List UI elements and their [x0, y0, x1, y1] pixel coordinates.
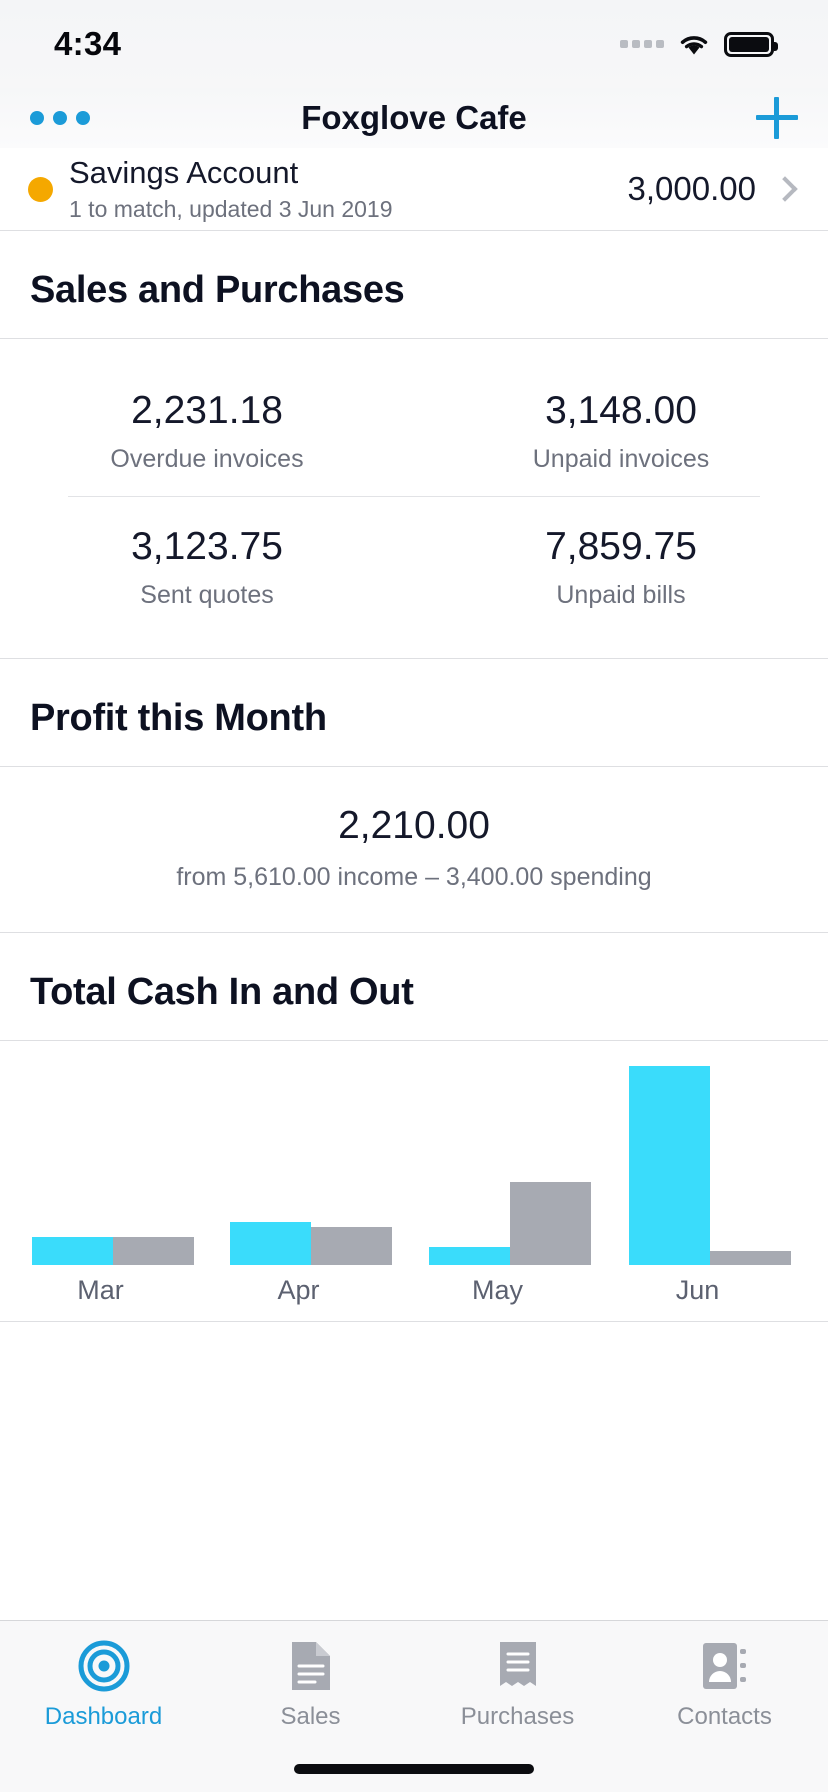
tab-label: Purchases [460, 1703, 575, 1730]
profit-subtitle: from 5,610.00 income – 3,400.00 spending [176, 863, 652, 891]
page-title: Foxglove Cafe [301, 99, 527, 136]
metric-label: Overdue invoices [110, 445, 304, 473]
bar-cash-out [510, 1182, 591, 1265]
battery-full-icon [724, 31, 778, 57]
status-indicators [620, 31, 778, 57]
divider [0, 1321, 828, 1322]
account-texts: Savings Account 1 to match, updated 3 Ju… [69, 154, 628, 224]
account-row-savings[interactable]: Savings Account 1 to match, updated 3 Ju… [0, 148, 828, 230]
chart-x-label: Apr [277, 1275, 320, 1305]
cash-in-out-chart[interactable]: Mar Apr May Jun [0, 1041, 828, 1321]
status-time: 4:34 [54, 25, 122, 62]
plus-icon [756, 97, 798, 139]
status-bar: 4:34 [0, 0, 828, 88]
chart-x-axis-labels: Mar Apr May Jun [0, 1265, 828, 1321]
bar-cash-in [32, 1237, 113, 1265]
account-name: Savings Account [69, 155, 299, 190]
bar-cash-in [629, 1066, 710, 1265]
chart-x-label: May [471, 1275, 523, 1305]
dashboard-target-icon [77, 1639, 131, 1693]
bar-group [629, 1066, 791, 1265]
profit-heading: Profit this Month [30, 697, 327, 739]
add-button[interactable] [678, 97, 798, 139]
account-amount: 3,000.00 [627, 170, 756, 207]
tab-bar: Dashboard Sales Purchases Contacts [0, 1620, 828, 1792]
metric-label: Unpaid bills [556, 581, 686, 609]
metric-value: 2,231.18 [131, 389, 283, 432]
bar-group [32, 1237, 194, 1265]
cash-heading: Total Cash In and Out [30, 971, 414, 1013]
bar-group [230, 1222, 392, 1265]
metric-unpaid-invoices[interactable]: 3,148.00 Unpaid invoices [414, 365, 828, 492]
tab-sales[interactable]: Sales [207, 1639, 414, 1731]
contact-card-icon [698, 1639, 752, 1693]
metric-value: 7,859.75 [545, 525, 697, 568]
divider-inset [68, 496, 760, 497]
bar-cash-out [113, 1237, 194, 1265]
dashboard-scroll[interactable]: Savings Account 1 to match, updated 3 Ju… [0, 148, 828, 1792]
cash-header: Total Cash In and Out [0, 933, 828, 1040]
home-indicator [294, 1764, 534, 1774]
tab-dashboard[interactable]: Dashboard [0, 1639, 207, 1731]
bar-cash-in [230, 1222, 311, 1265]
tab-label: Sales [280, 1703, 341, 1730]
metric-sent-quotes[interactable]: 3,123.75 Sent quotes [0, 501, 414, 628]
tab-purchases[interactable]: Purchases [414, 1639, 621, 1731]
document-icon [284, 1639, 338, 1693]
account-subtitle: 1 to match, updated 3 Jun 2019 [69, 196, 393, 222]
nav-bar: Foxglove Cafe [0, 88, 828, 148]
wifi-icon [677, 32, 711, 57]
tab-label: Contacts [677, 1703, 772, 1730]
account-status-dot-icon [28, 176, 53, 202]
chart-plot-area [0, 1041, 828, 1265]
metric-row-top: 2,231.18 Overdue invoices 3,148.00 Unpai… [0, 365, 828, 492]
bar-cash-out [311, 1227, 392, 1265]
chart-x-label: Mar [77, 1275, 124, 1305]
profit-value: 2,210.00 [338, 804, 490, 847]
metric-label: Sent quotes [140, 581, 274, 609]
more-dots-icon[interactable] [30, 111, 150, 125]
bar-cash-out [710, 1251, 791, 1265]
signal-dots-icon [620, 40, 664, 48]
metric-label: Unpaid invoices [532, 445, 710, 473]
metric-value: 3,123.75 [131, 525, 283, 568]
tab-contacts[interactable]: Contacts [621, 1639, 828, 1731]
sales-purchases-header: Sales and Purchases [0, 231, 828, 338]
sales-purchases-metrics: 2,231.18 Overdue invoices 3,148.00 Unpai… [0, 339, 828, 658]
metric-unpaid-bills[interactable]: 7,859.75 Unpaid bills [414, 501, 828, 628]
profit-header: Profit this Month [0, 659, 828, 766]
phone-screen: 4:34 Foxglove Cafe Savings Account 1 to … [0, 0, 828, 1792]
profit-panel[interactable]: 2,210.00 from 5,610.00 income – 3,400.00… [0, 767, 828, 932]
bar-cash-in [429, 1247, 510, 1265]
receipt-icon [491, 1639, 545, 1693]
metric-row-bottom: 3,123.75 Sent quotes 7,859.75 Unpaid bil… [0, 501, 828, 628]
metric-value: 3,148.00 [545, 389, 697, 432]
chevron-right-icon [772, 176, 798, 202]
tab-label: Dashboard [44, 1703, 163, 1730]
sales-purchases-heading: Sales and Purchases [30, 269, 405, 311]
bar-group [429, 1182, 591, 1265]
metric-overdue-invoices[interactable]: 2,231.18 Overdue invoices [0, 365, 414, 492]
chart-x-label: Jun [675, 1275, 720, 1305]
